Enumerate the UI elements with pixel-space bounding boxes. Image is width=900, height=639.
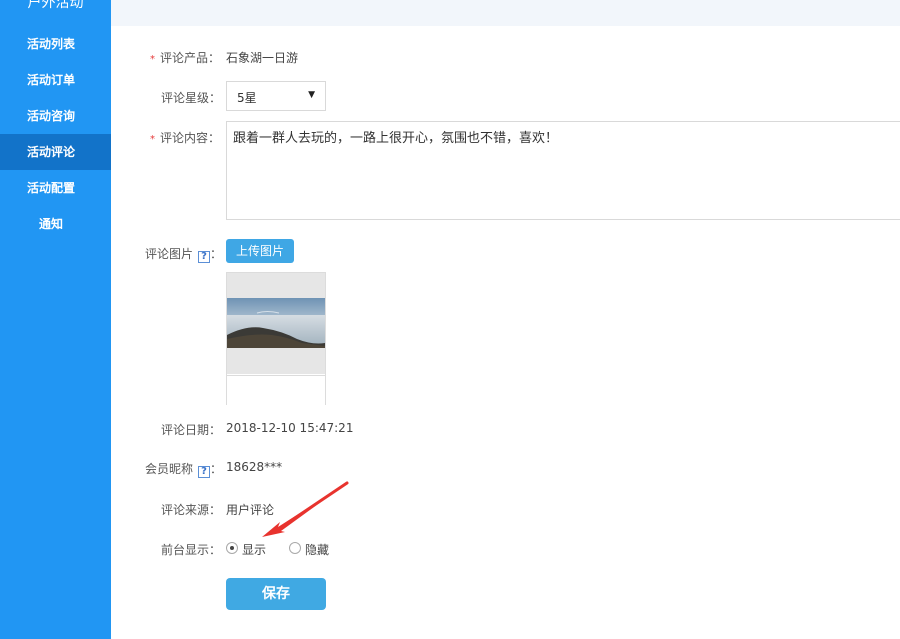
sidebar-item-activity-reviews[interactable]: 活动评论 xyxy=(0,134,111,170)
landscape-photo xyxy=(227,273,325,374)
sidebar-item-activity-inquiries[interactable]: 活动咨询 xyxy=(0,98,111,134)
display-hide-label[interactable]: 隐藏 xyxy=(305,541,329,558)
sidebar-item-activity-config[interactable]: 活动配置 xyxy=(0,170,111,206)
sidebar: 户外活动 活动列表 活动订单 活动咨询 活动评论 活动配置 通知 xyxy=(0,0,111,639)
sidebar-item-notifications[interactable]: 通知 xyxy=(0,206,111,242)
image-thumbnail[interactable] xyxy=(226,272,326,405)
save-button[interactable]: 保存 xyxy=(226,578,326,610)
display-label: 前台显示： xyxy=(161,543,222,557)
rating-label: 评论星级： xyxy=(161,91,222,105)
source-label: 评论来源： xyxy=(161,503,222,517)
display-hide-radio[interactable] xyxy=(289,542,301,554)
chevron-down-icon: ▼ xyxy=(308,90,315,100)
date-label: 评论日期： xyxy=(161,423,222,437)
member-value: 18628*** xyxy=(226,460,283,474)
rating-select-value: 5星 xyxy=(237,91,257,105)
display-show-radio[interactable] xyxy=(226,542,238,554)
content-label: * 评论内容： xyxy=(150,131,221,145)
date-value: 2018-12-10 15:47:21 xyxy=(226,421,354,435)
top-bar xyxy=(111,0,900,26)
sidebar-title: 户外活动 xyxy=(27,0,84,11)
display-show-label[interactable]: 显示 xyxy=(242,541,266,558)
product-value: 石象湖一日游 xyxy=(226,51,299,65)
required-mark: * xyxy=(150,54,155,65)
rating-select[interactable]: 5星 ▼ xyxy=(226,81,326,111)
content-textarea[interactable]: 跟着一群人去玩的，一路上很开心，氛围也不错，喜欢！ xyxy=(226,121,900,220)
annotation-arrow-icon xyxy=(262,481,349,537)
source-value: 用户评论 xyxy=(226,503,275,517)
thumbnail-caption-area xyxy=(227,375,325,405)
upload-image-button[interactable]: 上传图片 xyxy=(226,239,294,263)
required-mark: * xyxy=(150,134,155,145)
member-label: 会员昵称?： xyxy=(145,462,223,478)
product-label: * 评论产品： xyxy=(150,51,221,65)
help-icon[interactable]: ? xyxy=(198,466,211,478)
help-icon[interactable]: ? xyxy=(198,251,211,263)
images-label: 评论图片?： xyxy=(145,247,223,263)
sidebar-item-activity-orders[interactable]: 活动订单 xyxy=(0,62,111,98)
sidebar-item-activity-list[interactable]: 活动列表 xyxy=(0,26,111,62)
